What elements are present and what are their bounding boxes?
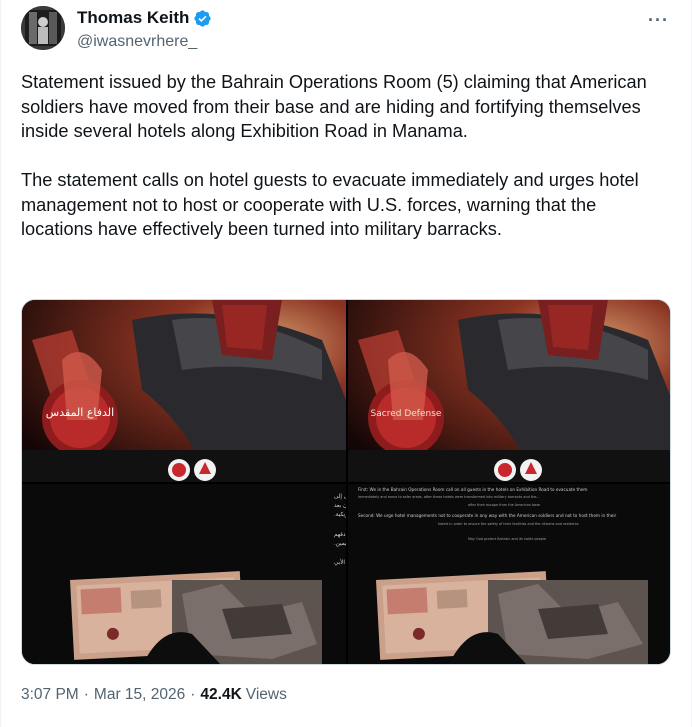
tweet-meta: 3:07 PM · Mar 15, 2026 · 42.4K Views (21, 686, 287, 704)
statement-line: First: We in the Bahrain Operations Room… (358, 487, 588, 492)
author-display-name[interactable]: Thomas Keith (77, 8, 189, 28)
statement-line: فرارهم من القاعدة الأمريكية. (334, 510, 346, 518)
statement-line: حمى الله البحرين وشعبها الأبي (334, 558, 346, 566)
media-grid[interactable]: الدفاع المقدس Sacred Defense إلى بعد يكي… (21, 299, 671, 665)
media-image-4[interactable]: First: We in the Bahrain Operations Room… (348, 484, 670, 664)
meta-separator: · (190, 686, 196, 703)
tweet-paragraph: Statement issued by the Bahrain Operatio… (21, 72, 647, 141)
tweet-date[interactable]: Mar 15, 2026 (94, 686, 185, 704)
avatar[interactable] (21, 6, 65, 50)
more-options-icon[interactable]: ··· (648, 10, 669, 31)
statement-line: hotels in order to ensure the safety of … (438, 522, 579, 526)
verified-badge-icon (194, 9, 212, 27)
statement-line: immediately and move to safer areas, aft… (358, 495, 540, 499)
tweet-text: Statement issued by the Bahrain Operatio… (21, 70, 671, 242)
tweet-time[interactable]: 3:07 PM (21, 686, 79, 704)
statement-line: May God protect Bahrain and its noble pe… (468, 537, 546, 541)
views-label[interactable]: Views (246, 686, 287, 704)
author-handle[interactable]: @iwasnevrhere_ (77, 33, 197, 51)
tweet-paragraph: The statement calls on hotel guests to e… (21, 170, 639, 239)
media-image-1[interactable]: الدفاع المقدس (22, 300, 346, 482)
image-caption-english: Sacred Defense (371, 409, 442, 419)
tweet-card: Thomas Keith @iwasnevrhere_ ··· Statemen… (0, 0, 692, 727)
avatar-image (21, 6, 65, 50)
media-image-3[interactable]: أولاً: ندعو في غرفة عمليات البحرين جميع … (22, 484, 346, 664)
author-name-row[interactable]: Thomas Keith (77, 8, 212, 28)
media-image-2[interactable]: Sacred Defense (348, 300, 670, 482)
meta-separator: · (83, 686, 89, 703)
statement-line: Second: We urge hotel managements not to… (358, 513, 617, 518)
image-caption-arabic: الدفاع المقدس (46, 406, 114, 419)
views-count[interactable]: 42.4K (200, 686, 241, 704)
statement-line: after their escape from the American bas… (468, 503, 540, 507)
